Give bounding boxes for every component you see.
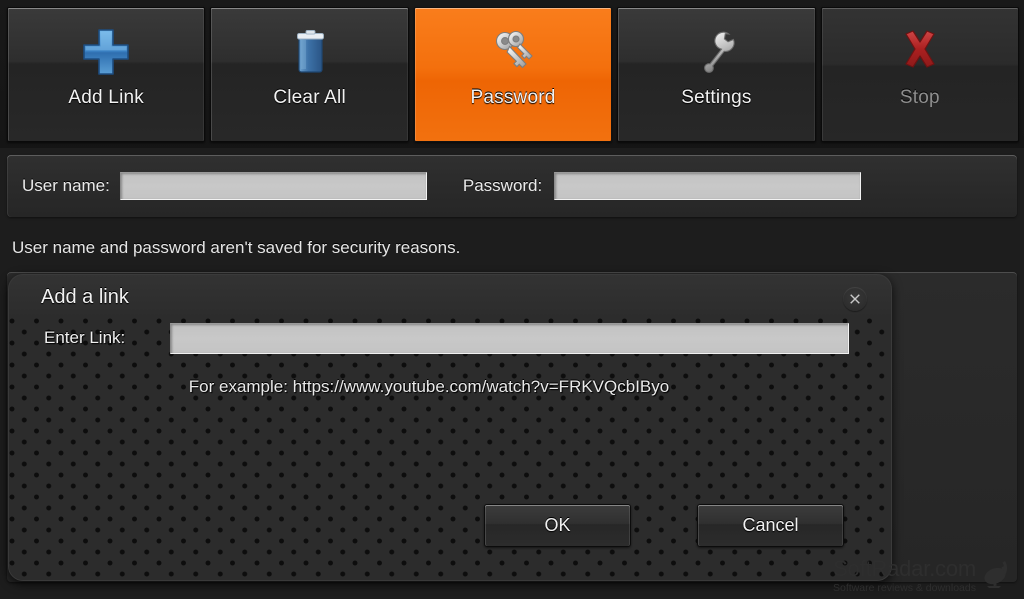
clear-all-button[interactable]: Clear All: [210, 7, 409, 142]
main-toolbar: Add Link Clear All Password Settings Sto…: [0, 0, 1024, 148]
credentials-panel: User name: Password:: [7, 155, 1017, 217]
enter-link-input[interactable]: [170, 323, 849, 354]
password-button[interactable]: Password: [413, 7, 613, 142]
plus-icon: [78, 19, 134, 85]
add-link-label: Add Link: [68, 87, 144, 108]
password-label: Password:: [462, 176, 543, 195]
application-window: Add Link Clear All Password Settings Sto…: [0, 0, 1024, 599]
username-label: User name:: [22, 176, 110, 195]
add-link-button[interactable]: Add Link: [7, 7, 206, 142]
password-label: Password: [470, 87, 556, 108]
wrench-icon: [688, 19, 744, 85]
settings-button[interactable]: Settings: [617, 7, 816, 142]
cancel-button[interactable]: Cancel: [697, 504, 844, 547]
trash-bin-icon: [282, 19, 338, 85]
example-url-text: For example: https://www.youtube.com/wat…: [188, 377, 670, 396]
username-input[interactable]: [119, 172, 427, 200]
security-note: User name and password aren't saved for …: [12, 238, 461, 257]
settings-label: Settings: [681, 87, 752, 108]
red-x-icon: [892, 19, 948, 85]
ok-button[interactable]: OK: [484, 504, 631, 547]
keys-icon: [485, 19, 541, 85]
enter-link-label: Enter Link:: [44, 328, 126, 347]
clear-all-label: Clear All: [273, 87, 346, 108]
stop-label: Stop: [899, 87, 940, 108]
password-input[interactable]: [554, 172, 862, 200]
watermark-subtitle: Software reviews & downloads: [833, 581, 976, 594]
stop-button: Stop: [820, 7, 1020, 142]
